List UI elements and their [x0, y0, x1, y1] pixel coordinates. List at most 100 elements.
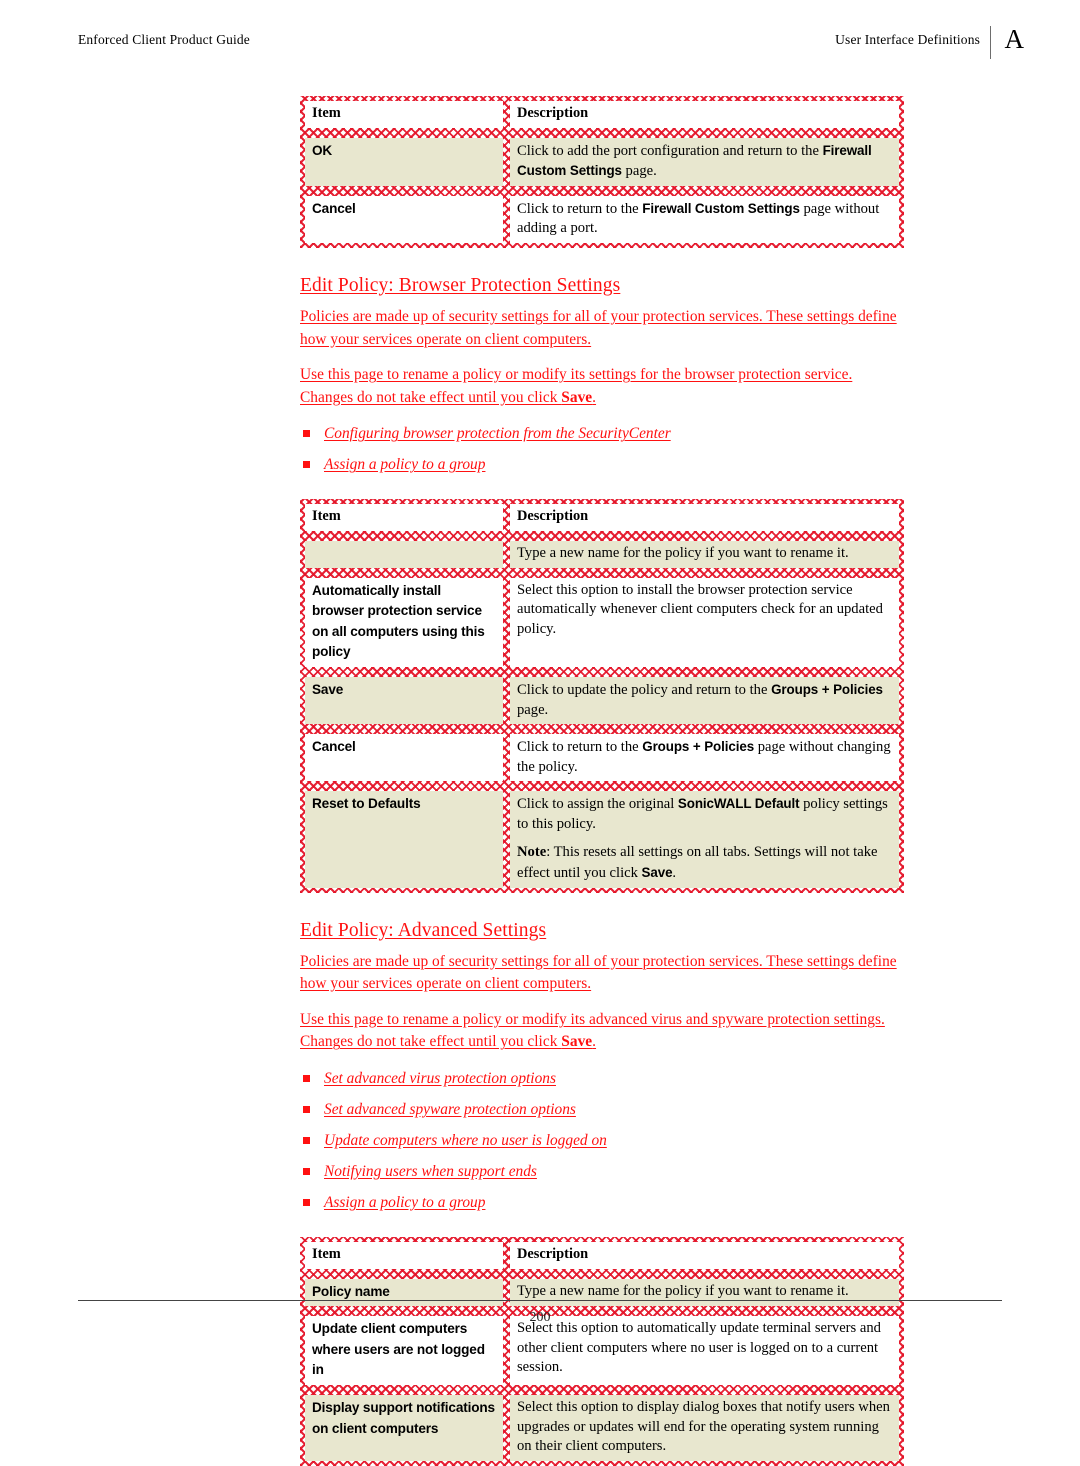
- cross-reference-link[interactable]: Assign a policy to a group: [324, 456, 485, 473]
- section-paragraph-2: Use this page to rename a policy or modi…: [300, 366, 853, 406]
- list-item: Assign a policy to a group: [300, 454, 904, 475]
- row-item-label: Save: [312, 681, 344, 697]
- list-item: Set advanced virus protection options: [300, 1068, 904, 1089]
- section-paragraph-1: Policies are made up of security setting…: [300, 952, 897, 993]
- document-page: Enforced Client Product Guide User Inter…: [0, 0, 1080, 1466]
- description-paragraph: Click to return to the Groups + Policies…: [517, 737, 892, 777]
- table-row: Automatically install browser protection…: [300, 573, 904, 672]
- table-firewall-port-options: Item Description OK Click to add the port c…: [300, 96, 904, 248]
- cross-reference-link[interactable]: Assign a policy to a group: [324, 1194, 485, 1211]
- list-item: Assign a policy to a group: [300, 1192, 904, 1213]
- row-description-cell: Select this option to automatically upda…: [510, 1316, 899, 1385]
- ui-term: Save: [561, 388, 593, 406]
- description-paragraph: Type a new name for the policy if you wa…: [517, 544, 892, 564]
- cross-reference-link[interactable]: Configuring browser protection from the …: [324, 425, 671, 442]
- column-header-description: Description: [510, 101, 899, 128]
- table-header-row: Item Description: [300, 96, 904, 133]
- row-description-cell: Select this option to display dialog box…: [510, 1395, 899, 1461]
- square-bullet-icon: [303, 1106, 310, 1114]
- text-run: page.: [621, 163, 657, 180]
- text-run: Click to return to the: [517, 739, 643, 756]
- text-run: page.: [517, 701, 549, 718]
- footer-rule: [78, 1300, 1002, 1301]
- row-description-cell: Click to return to the Firewall Custom S…: [510, 195, 899, 243]
- cross-reference-link[interactable]: Update computers where no user is logged…: [324, 1132, 607, 1149]
- row-item-label: Update client computers where users are …: [312, 1321, 485, 1378]
- text-run: .: [672, 865, 677, 882]
- text-run: Select this option to display dialog box…: [517, 1399, 890, 1455]
- section-heading: Edit Policy: Advanced Settings: [300, 919, 547, 941]
- square-bullet-icon: [303, 1168, 310, 1176]
- section-advanced: Edit Policy: Advanced Settings Policies a…: [300, 893, 904, 1213]
- row-description-cell: Click to assign the original SonicWALL D…: [510, 791, 899, 888]
- square-bullet-icon: [303, 430, 310, 438]
- table-browser-protection-settings: Item Description Type a new name for the p…: [300, 499, 904, 893]
- table-row: Policy name Type a new name for the polic…: [300, 1274, 904, 1312]
- description-note-paragraph: Note: This resets all settings on all ta…: [517, 843, 892, 883]
- column-header-description: Description: [510, 504, 899, 531]
- ui-term: Firewall Custom Settings: [642, 200, 800, 216]
- row-description-cell: Click to add the port configuration and …: [510, 137, 899, 186]
- page-number: 200: [529, 1310, 551, 1325]
- table-row: Cancel Click to return to the Groups + Po…: [300, 729, 904, 786]
- row-description-cell: Type a new name for the policy if you wa…: [510, 540, 899, 568]
- text-run: : This resets all settings on all tabs. …: [517, 844, 878, 882]
- section-heading: Edit Policy: Browser Protection Settings: [300, 274, 621, 296]
- row-item-cell: Update client computers where users are …: [305, 1316, 503, 1385]
- text-run: Type a new name for the policy if you wa…: [517, 544, 849, 561]
- description-paragraph: Click to update the policy and return to…: [517, 680, 892, 720]
- row-item-cell: Save: [305, 676, 503, 725]
- row-item-cell: Policy name: [305, 1278, 503, 1307]
- header-appendix-letter: A: [1004, 24, 1025, 54]
- column-header-item: Item: [305, 504, 503, 531]
- list-item: Update computers where no user is logged…: [300, 1130, 904, 1151]
- ui-term: Save: [561, 1033, 593, 1051]
- cross-reference-list: Configuring browser protection from the …: [300, 423, 904, 475]
- table-row: Reset to Defaults Click to assign the ori…: [300, 786, 904, 892]
- cross-reference-link[interactable]: Set advanced spyware protection options: [324, 1101, 576, 1118]
- table-header-row: Item Description: [300, 499, 904, 536]
- note-label: Note: [517, 844, 547, 861]
- row-item-label: Cancel: [312, 739, 356, 755]
- header-book-title: Enforced Client Product Guide: [78, 32, 250, 47]
- row-item-cell: Reset to Defaults: [305, 791, 503, 888]
- row-item-cell: Cancel: [305, 195, 503, 243]
- row-item-label: Automatically install browser protection…: [312, 582, 485, 660]
- cross-reference-link[interactable]: Set advanced virus protection options: [324, 1070, 556, 1087]
- table-advanced-settings: Item Description Policy name Type a new nam…: [300, 1237, 904, 1466]
- text-run: Select this option to automatically upda…: [517, 1320, 881, 1376]
- square-bullet-icon: [303, 1199, 310, 1207]
- content-column: Item Description OK Click to add the port c…: [300, 0, 904, 1466]
- text-run: Click to return to the: [517, 200, 643, 217]
- row-item-cell: Cancel: [305, 734, 503, 782]
- square-bullet-icon: [303, 1137, 310, 1145]
- list-item: Set advanced spyware protection options: [300, 1099, 904, 1120]
- cross-reference-link[interactable]: Notifying users when support ends: [324, 1163, 537, 1180]
- ui-term: Groups + Policies: [771, 681, 883, 697]
- square-bullet-icon: [303, 1075, 310, 1083]
- description-paragraph: Select this option to automatically upda…: [517, 1319, 892, 1378]
- table-row: Type a new name for the policy if you wa…: [300, 536, 904, 573]
- ui-term: Groups + Policies: [642, 739, 755, 755]
- text-run: Select this option to install the browse…: [517, 581, 883, 637]
- header-divider-rule: [990, 26, 991, 59]
- table-header-row: Item Description: [300, 1237, 904, 1274]
- section-paragraph-2: Use this page to rename a policy or modi…: [300, 1010, 885, 1051]
- description-paragraph: Click to return to the Firewall Custom S…: [517, 199, 892, 239]
- table-row: OK Click to add the port configuration an…: [300, 133, 904, 191]
- description-paragraph: Select this option to display dialog box…: [517, 1398, 892, 1457]
- row-item-label: Cancel: [312, 200, 356, 216]
- row-item-cell: Display support notifications on client …: [305, 1395, 503, 1461]
- column-header-item: Item: [305, 101, 503, 128]
- row-item-label: Reset to Defaults: [312, 796, 421, 812]
- description-paragraph: Type a new name for the policy if you wa…: [517, 1282, 892, 1302]
- row-item-cell: OK: [305, 137, 503, 186]
- row-description-cell: Select this option to install the browse…: [510, 577, 899, 667]
- column-header-item: Item: [305, 1242, 503, 1269]
- column-header-description: Description: [510, 1242, 899, 1269]
- row-description-cell: Click to update the policy and return to…: [510, 676, 899, 725]
- list-item: Notifying users when support ends: [300, 1161, 904, 1182]
- square-bullet-icon: [303, 461, 310, 469]
- text-run: Type a new name for the policy if you wa…: [517, 1282, 849, 1299]
- row-item-label: Display support notifications on client …: [312, 1400, 495, 1436]
